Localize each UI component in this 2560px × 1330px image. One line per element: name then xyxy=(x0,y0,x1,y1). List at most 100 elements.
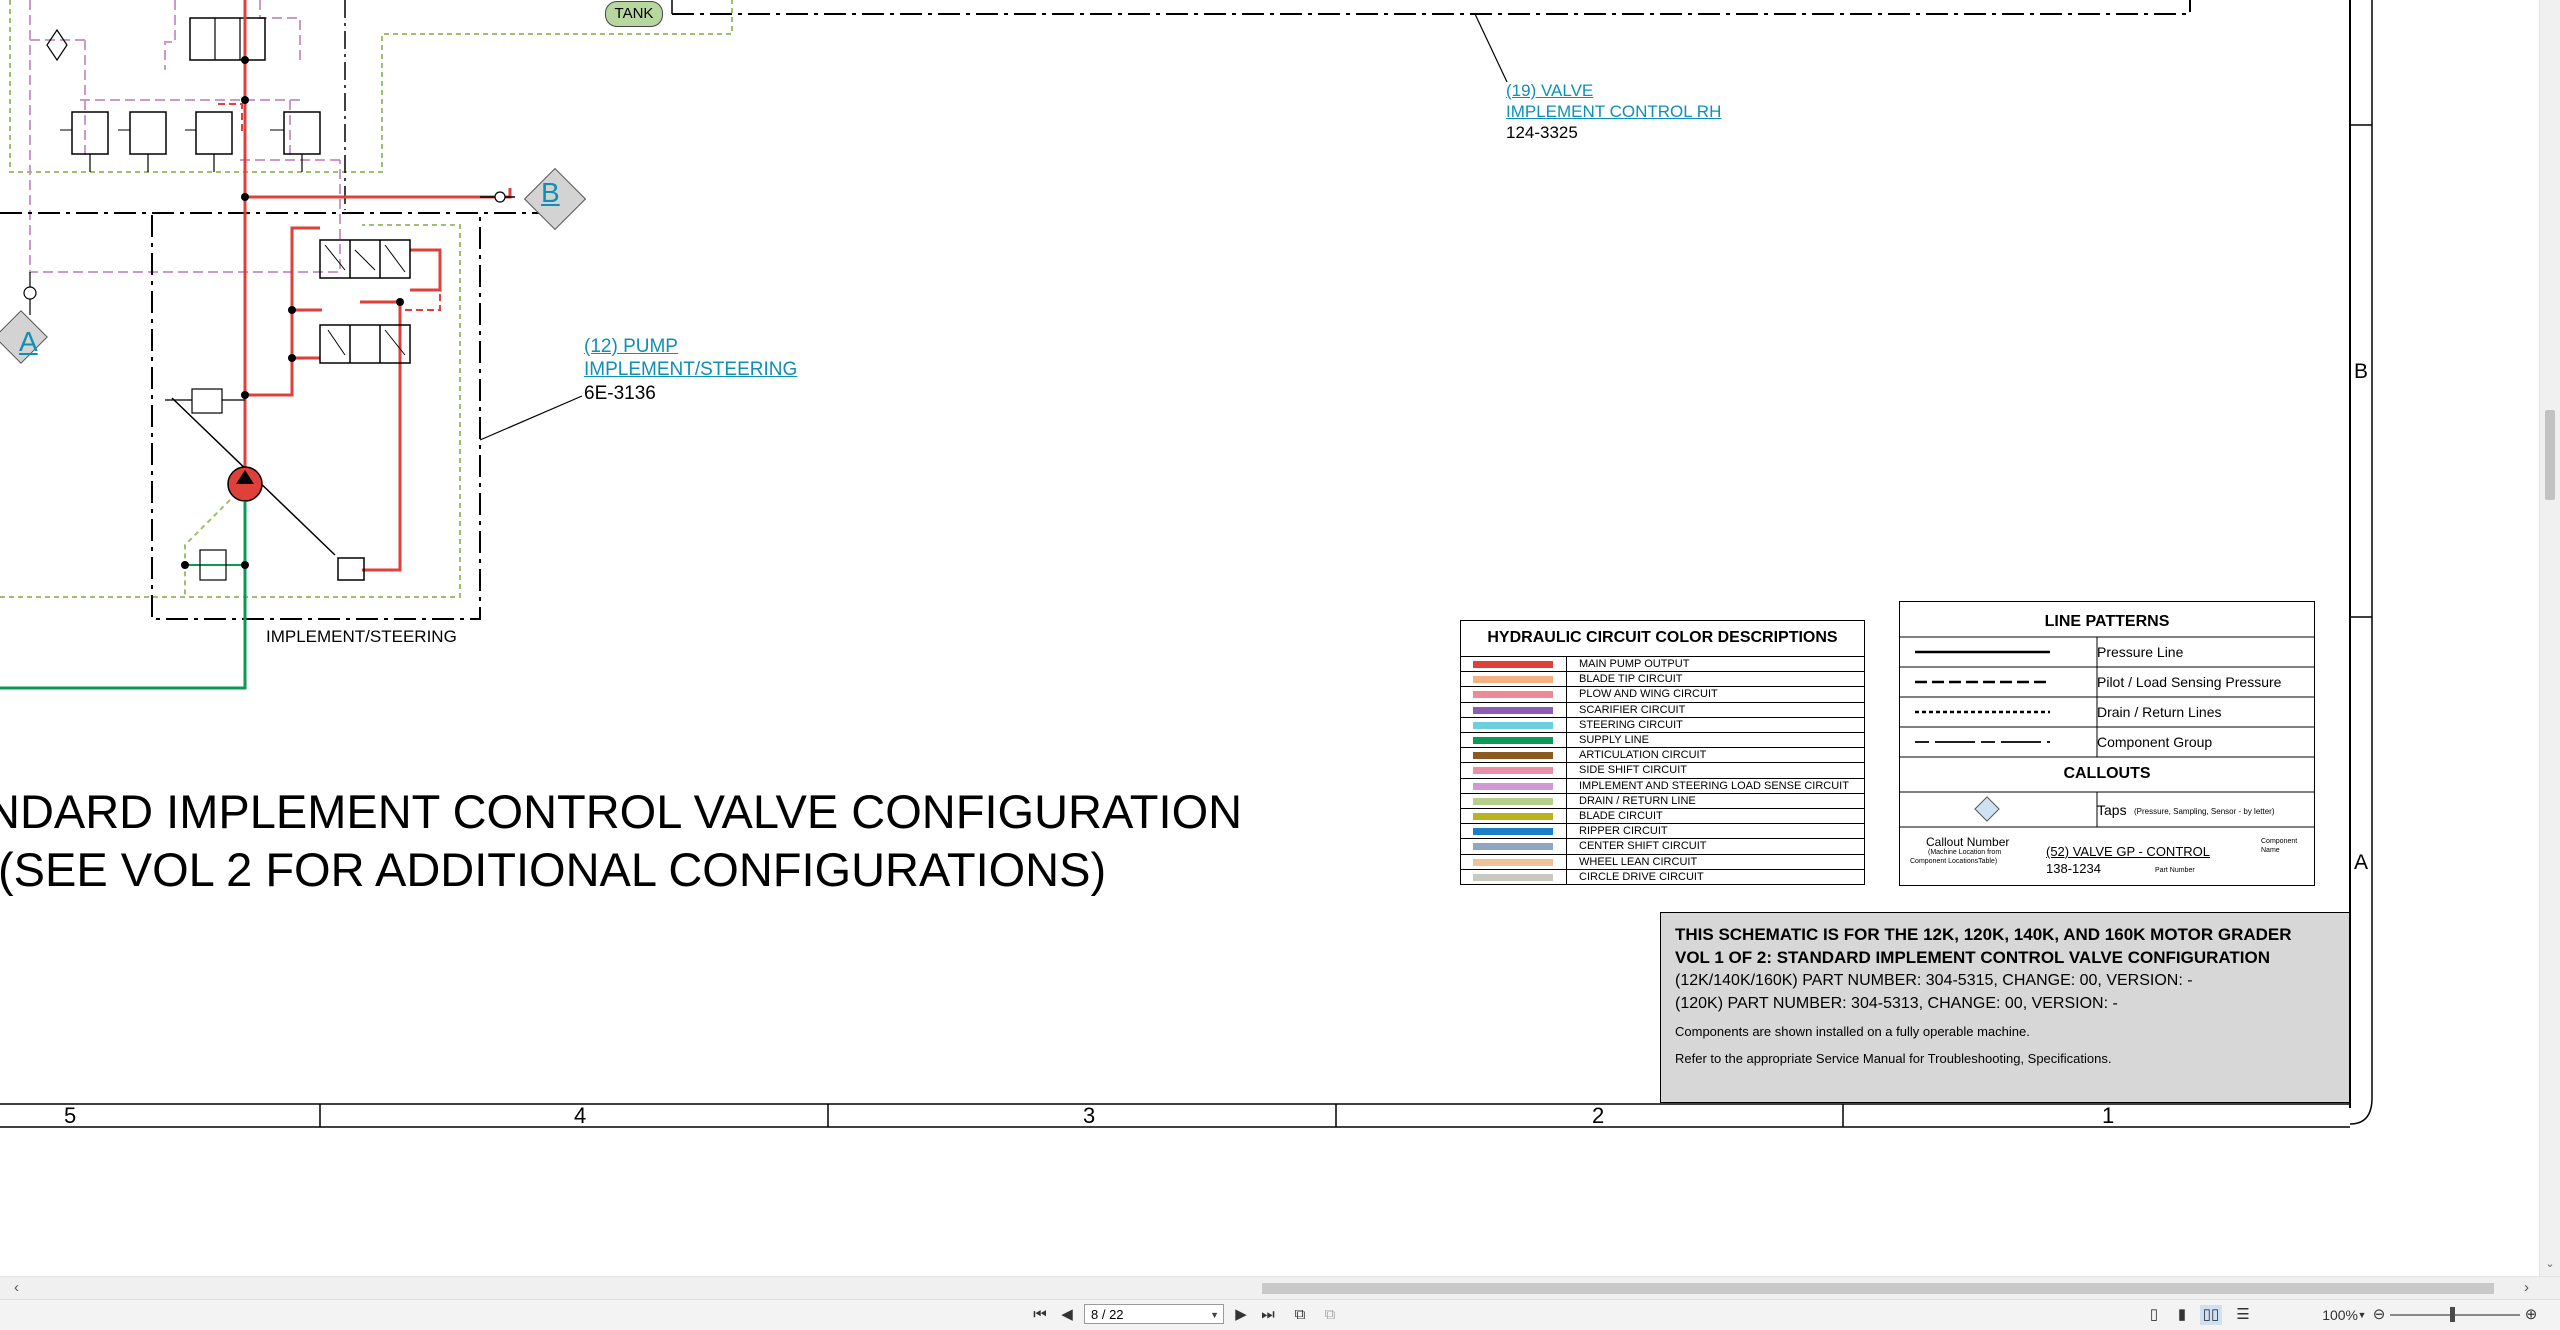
color-swatch xyxy=(1473,828,1553,836)
previous-view-icon[interactable]: ⧉ xyxy=(1290,1305,1310,1325)
component-name-note1: Component xyxy=(2261,838,2298,845)
color-legend-label: SCARIFIER CIRCUIT xyxy=(1579,703,1686,716)
previous-page-icon[interactable]: ◀ xyxy=(1058,1305,1076,1325)
document-viewport[interactable]: A B TANK (19) VALVE IMPLEMENT CONTROL RH… xyxy=(0,0,2540,1276)
horizontal-scrollbar[interactable]: ‹ › xyxy=(0,1276,2560,1299)
line-patterns-legend: LINE PATTERNS Pressure Line Pilot / Load… xyxy=(1899,601,2315,886)
scroll-right-arrow-icon[interactable]: › xyxy=(2524,1279,2529,1296)
color-legend-row: IMPLEMENT AND STEERING LOAD SENSE CIRCUI… xyxy=(1461,777,1864,794)
zoom-level[interactable]: 100% xyxy=(2278,1305,2358,1325)
color-legend-row: PLOW AND WING CIRCUIT xyxy=(1461,686,1864,703)
zoom-slider-thumb[interactable] xyxy=(2450,1307,2455,1322)
color-legend-divider xyxy=(1566,687,1567,703)
color-legend-label: BLADE CIRCUIT xyxy=(1579,810,1663,822)
color-legend-row: WHEEL LEAN CIRCUIT xyxy=(1461,853,1864,870)
color-legend-label: DRAIN / RETURN LINE xyxy=(1579,794,1696,807)
info-line-3: (12K/140K/160K) PART NUMBER: 304-5315, C… xyxy=(1675,972,2193,989)
color-swatch xyxy=(1473,691,1553,699)
scroll-down-arrow-icon[interactable]: ⌄ xyxy=(2540,1256,2560,1272)
zoom-dropdown-icon[interactable]: ▼ xyxy=(2356,1305,2368,1325)
pattern-component-group: Component Group xyxy=(2097,734,2213,750)
valve-19-callout-name[interactable]: IMPLEMENT CONTROL RH xyxy=(1506,102,1721,122)
status-bar: ⏮ ◀ 8 / 22 ▼ ▶ ⏭ ⧉ ⧉ ▯ ▮ ▯▯ ☰ 100% ▼ ⊖ ⊕ xyxy=(0,1299,2560,1330)
vertical-scrollbar[interactable]: ⌄ xyxy=(2539,0,2560,1276)
color-legend-divider xyxy=(1566,748,1567,764)
taps-label: Taps xyxy=(2097,802,2127,818)
color-swatch xyxy=(1473,737,1553,744)
component-name-note2: Name xyxy=(2261,847,2280,854)
callout-number-note1: (Machine Location from xyxy=(1928,849,2002,856)
color-legend-label: STEERING CIRCUIT xyxy=(1579,718,1683,731)
color-legend-title: HYDRAULIC CIRCUIT COLOR DESCRIPTIONS xyxy=(1487,629,1838,646)
zoom-value: 100% xyxy=(2322,1307,2358,1323)
color-legend-label: PLOW AND WING CIRCUIT xyxy=(1579,688,1718,701)
color-legend-divider xyxy=(1566,778,1567,794)
color-legend-row: BLADE CIRCUIT xyxy=(1461,808,1864,825)
single-page-view-icon[interactable]: ▯ xyxy=(2144,1305,2164,1325)
color-swatch xyxy=(1473,752,1553,760)
taps-note: (Pressure, Sampling, Sensor - by letter) xyxy=(2134,807,2275,816)
continuous-view-icon[interactable]: ▮ xyxy=(2172,1305,2192,1325)
next-view-icon[interactable]: ⧉ xyxy=(1320,1305,1340,1325)
info-line-5: Components are shown installed on a full… xyxy=(1675,1024,2030,1039)
color-legend-divider xyxy=(1566,809,1567,825)
connector-b-label[interactable]: B xyxy=(541,177,560,209)
border-column-5: 5 xyxy=(64,1103,77,1128)
color-swatch xyxy=(1473,813,1553,820)
pattern-drain-return: Drain / Return Lines xyxy=(2097,704,2222,720)
valve-19-part-number: 124-3325 xyxy=(1506,123,1578,142)
last-page-icon[interactable]: ⏭ xyxy=(1258,1305,1278,1325)
info-line-4: (120K) PART NUMBER: 304-5313, CHANGE: 00… xyxy=(1675,995,2118,1012)
connector-a-label[interactable]: A xyxy=(19,326,38,358)
color-legend-label: MAIN PUMP OUTPUT xyxy=(1579,658,1690,670)
color-legend-row: STEERING CIRCUIT xyxy=(1461,716,1864,733)
color-legend-row: CIRCLE DRIVE CIRCUIT xyxy=(1461,868,1864,885)
color-legend-divider xyxy=(1566,717,1567,733)
color-legend-row: SCARIFIER CIRCUIT xyxy=(1461,701,1864,718)
schematic-title-line2: (SEE VOL 2 FOR ADDITIONAL CONFIGURATIONS… xyxy=(0,843,1107,896)
color-legend-divider xyxy=(1566,869,1567,885)
color-swatch xyxy=(1473,843,1553,851)
callouts-title: CALLOUTS xyxy=(2063,765,2151,782)
color-legend-label: CENTER SHIFT CIRCUIT xyxy=(1579,840,1707,853)
color-legend-row: RIPPER CIRCUIT xyxy=(1461,823,1864,840)
color-legend-row: BLADE TIP CIRCUIT xyxy=(1461,671,1864,688)
color-legend-divider xyxy=(1566,733,1567,749)
zoom-slider[interactable] xyxy=(2390,1314,2520,1316)
callout-example-link[interactable]: (52) VALVE GP - CONTROL xyxy=(2046,844,2210,859)
color-swatch xyxy=(1473,767,1553,775)
color-swatch xyxy=(1473,873,1553,881)
scroll-left-arrow-icon[interactable]: ‹ xyxy=(14,1279,19,1296)
page-number-input[interactable]: 8 / 22 ▼ xyxy=(1084,1304,1224,1324)
page-dropdown-icon[interactable]: ▼ xyxy=(1210,1305,1219,1325)
border-column-3: 3 xyxy=(1083,1103,1096,1128)
facing-view-icon[interactable]: ▯▯ xyxy=(2200,1305,2222,1325)
color-swatch xyxy=(1473,782,1553,790)
continuous-facing-view-icon[interactable]: ☰ xyxy=(2232,1305,2254,1325)
color-legend-label: RIPPER CIRCUIT xyxy=(1579,825,1668,838)
valve-19-callout-title[interactable]: (19) VALVE xyxy=(1506,81,1593,101)
pattern-pressure-line: Pressure Line xyxy=(2097,644,2184,660)
zoom-in-icon[interactable]: ⊕ xyxy=(2522,1305,2540,1325)
vertical-scroll-thumb[interactable] xyxy=(2545,410,2555,500)
color-swatch xyxy=(1473,661,1553,668)
color-swatch xyxy=(1473,858,1553,866)
pump-12-part-number: 6E-3136 xyxy=(584,383,656,404)
horizontal-scroll-thumb[interactable] xyxy=(1262,1283,2494,1294)
pump-12-callout-title[interactable]: (12) PUMP xyxy=(584,336,678,358)
zoom-out-icon[interactable]: ⊖ xyxy=(2370,1305,2388,1325)
component-group-label: IMPLEMENT/STEERING xyxy=(266,627,457,646)
color-swatch xyxy=(1473,706,1553,714)
first-page-icon[interactable]: ⏮ xyxy=(1030,1305,1050,1325)
callout-number-label: Callout Number xyxy=(1926,835,2010,849)
next-page-icon[interactable]: ▶ xyxy=(1232,1305,1250,1325)
color-swatch xyxy=(1473,676,1553,684)
pump-12-callout-name[interactable]: IMPLEMENT/STEERING xyxy=(584,359,797,381)
color-legend-row: ARTICULATION CIRCUIT xyxy=(1461,747,1864,764)
color-legend: HYDRAULIC CIRCUIT COLOR DESCRIPTIONS MAI… xyxy=(1460,620,1865,885)
color-legend-row: DRAIN / RETURN LINE xyxy=(1461,792,1864,809)
color-legend-row: CENTER SHIFT CIRCUIT xyxy=(1461,838,1864,855)
color-legend-divider xyxy=(1566,672,1567,688)
info-line-1: THIS SCHEMATIC IS FOR THE 12K, 120K, 140… xyxy=(1675,925,2292,944)
callout-example-part: 138-1234 xyxy=(2046,861,2101,876)
